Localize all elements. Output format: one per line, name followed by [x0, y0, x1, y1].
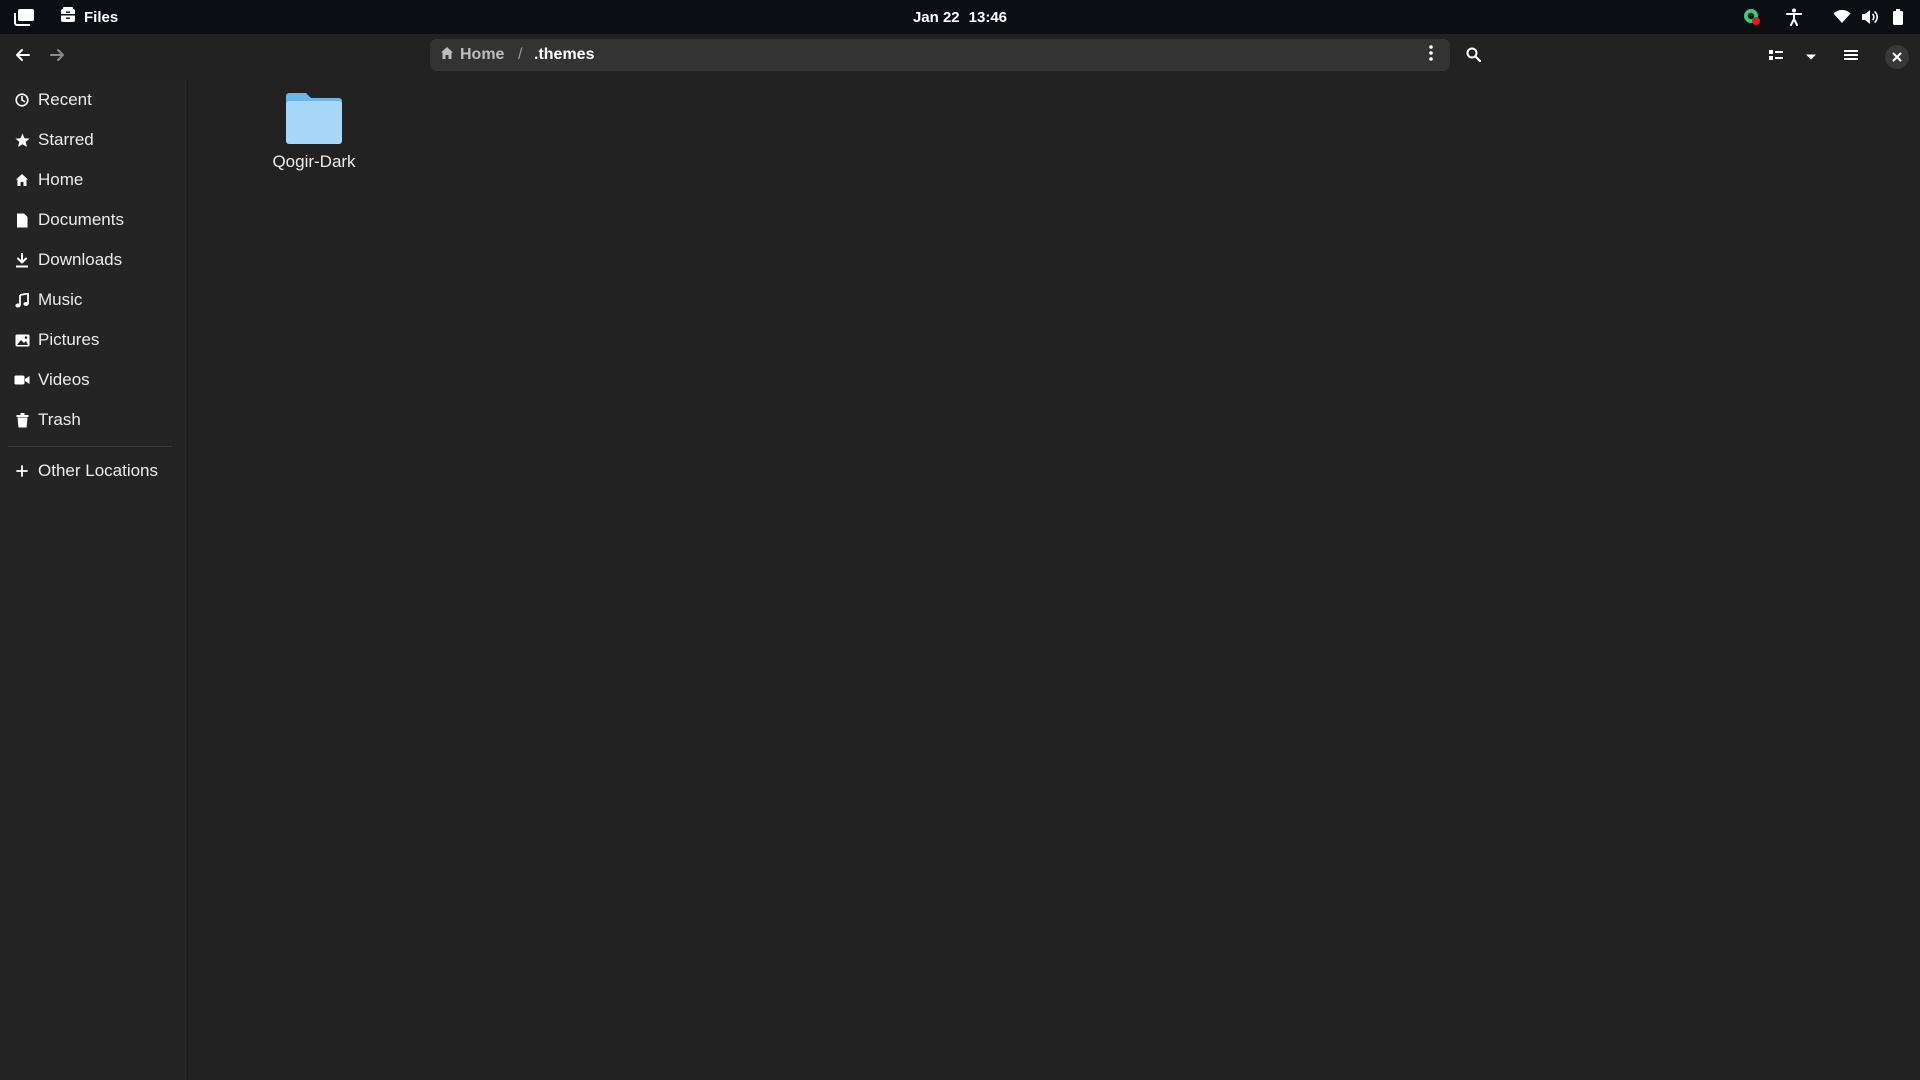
- forward-button[interactable]: [42, 42, 72, 72]
- top-bar: Files Jan 22 13:46: [0, 0, 1920, 34]
- clock-time[interactable]: 13:46: [969, 9, 1007, 26]
- file-view[interactable]: Qogir-Dark: [189, 80, 1920, 1080]
- sidebar-item-label: Videos: [38, 370, 90, 389]
- view-options-button[interactable]: [1796, 42, 1826, 72]
- breadcrumb-separator: /: [518, 46, 523, 63]
- music-note-icon: [14, 292, 30, 308]
- folder-icon: [282, 92, 346, 148]
- download-icon: [14, 252, 30, 268]
- sidebar-item-label: Documents: [38, 210, 124, 229]
- close-icon: [1885, 45, 1909, 69]
- clock: Jan 22 13:46: [0, 0, 1920, 34]
- accessibility-icon[interactable]: [1782, 0, 1806, 34]
- back-button[interactable]: [8, 42, 38, 72]
- search-icon: [1466, 47, 1481, 67]
- breadcrumb-current[interactable]: .themes: [534, 39, 594, 71]
- sidebar-divider: [8, 446, 172, 447]
- trash-icon: [14, 412, 30, 428]
- file-item-folder[interactable]: Qogir-Dark: [255, 90, 373, 190]
- sidebar-item-pictures[interactable]: Pictures: [0, 320, 188, 360]
- vertical-ellipsis-icon: [1429, 44, 1433, 66]
- battery-icon[interactable]: [1886, 0, 1910, 34]
- sidebar-item-documents[interactable]: Documents: [0, 200, 188, 240]
- sidebar-item-label: Downloads: [38, 250, 123, 269]
- home-icon: [14, 172, 30, 188]
- close-button[interactable]: [1882, 42, 1912, 72]
- clock-icon: [14, 92, 30, 108]
- video-camera-icon: [14, 372, 30, 388]
- chevron-down-icon: [1805, 48, 1817, 66]
- plus-icon: [14, 463, 30, 479]
- sidebar-item-home[interactable]: Home: [0, 160, 188, 200]
- list-view-icon: [1769, 48, 1783, 66]
- sidebar-item-videos[interactable]: Videos: [0, 360, 188, 400]
- picture-icon: [14, 332, 30, 348]
- sidebar-item-trash[interactable]: Trash: [0, 400, 188, 440]
- hamburger-menu-icon: [1844, 48, 1858, 66]
- breadcrumb-current-label: .themes: [534, 46, 595, 63]
- sidebar: Recent Starred Home Documents Downloads …: [0, 80, 188, 1080]
- app-name: Files: [84, 8, 119, 26]
- breadcrumb-home-label: Home: [460, 46, 505, 63]
- sidebar-item-label: Starred: [38, 130, 94, 149]
- sidebar-item-label: Recent: [38, 90, 92, 109]
- app-menu[interactable]: Files: [60, 0, 118, 34]
- sidebar-item-label: Pictures: [38, 330, 100, 349]
- update-notifier-icon[interactable]: [1740, 0, 1764, 34]
- home-icon: [440, 46, 454, 65]
- file-name: Qogir-Dark: [272, 152, 356, 171]
- search-button[interactable]: [1458, 42, 1488, 72]
- path-bar[interactable]: Home / .themes: [430, 39, 1450, 71]
- star-icon: [14, 132, 30, 148]
- sidebar-item-label: Home: [38, 170, 84, 189]
- view-toggle-button[interactable]: [1761, 42, 1791, 72]
- arrow-right-icon: [49, 47, 65, 68]
- breadcrumb-home[interactable]: Home: [440, 39, 504, 71]
- arrow-left-icon: [15, 47, 31, 68]
- header-bar: Home / .themes: [0, 34, 1920, 80]
- sidebar-item-label: Other Locations: [38, 461, 159, 480]
- sidebar-item-starred[interactable]: Starred: [0, 120, 188, 160]
- sidebar-item-label: Music: [38, 290, 83, 309]
- sidebar-item-music[interactable]: Music: [0, 280, 188, 320]
- sidebar-item-label: Trash: [38, 410, 81, 429]
- activities-icon[interactable]: [11, 7, 37, 27]
- sidebar-item-recent[interactable]: Recent: [0, 80, 188, 120]
- document-icon: [14, 212, 30, 228]
- sidebar-item-other-locations[interactable]: Other Locations: [0, 451, 188, 491]
- volume-icon[interactable]: [1858, 0, 1882, 34]
- sidebar-item-downloads[interactable]: Downloads: [0, 240, 188, 280]
- main-menu-button[interactable]: [1836, 42, 1866, 72]
- path-menu-button[interactable]: [1418, 42, 1444, 68]
- files-cabinet-icon: [60, 7, 76, 27]
- wifi-icon[interactable]: [1830, 0, 1854, 34]
- clock-date[interactable]: Jan 22: [913, 9, 960, 26]
